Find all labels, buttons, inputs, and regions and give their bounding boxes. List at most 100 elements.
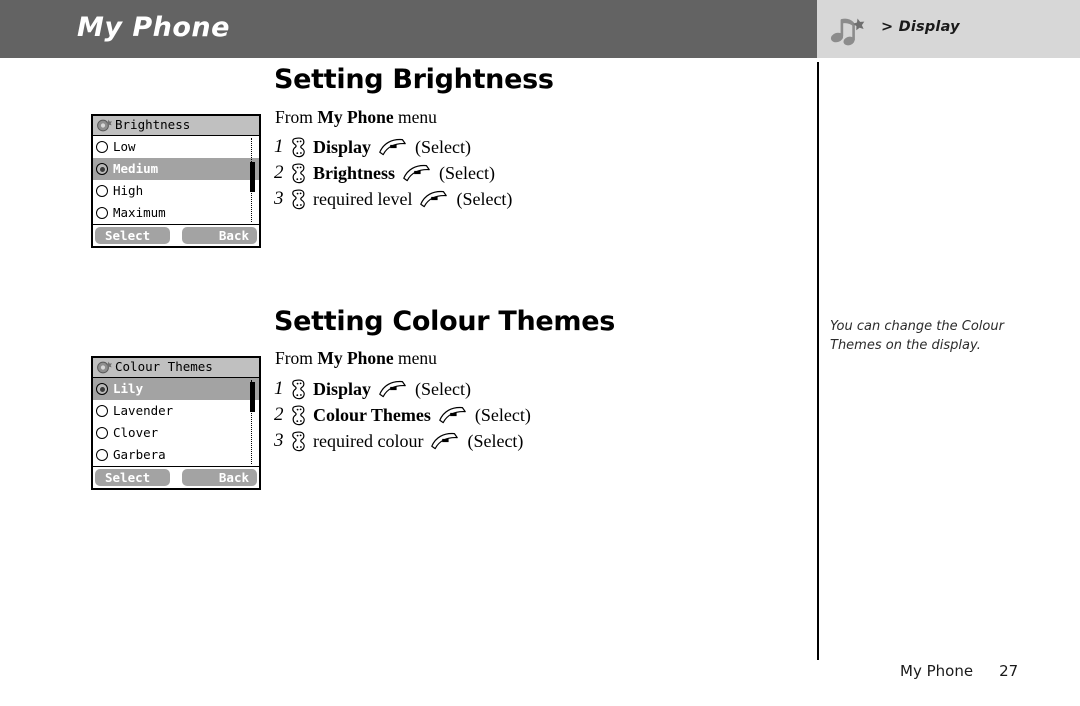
step-item: 2 Colour Themes (Select) (274, 402, 531, 428)
scroll-key-icon (291, 404, 308, 426)
radio-unselected-icon[interactable] (96, 449, 108, 461)
phone-list-item-label: Maximum (113, 204, 166, 220)
phone-list-item[interactable]: Low (93, 136, 259, 158)
section-title-colour-themes: Setting Colour Themes (274, 306, 616, 337)
phone-screen-brightness: Brightness Low Medium High Maximum Selec… (91, 114, 261, 248)
phone-option-list: Lily Lavender Clover Garbera (93, 378, 259, 466)
step-paren: (Select) (467, 430, 524, 451)
settings-gear-icon (96, 360, 113, 375)
page-footer: My Phone 27 (900, 662, 1018, 680)
soft-key-icon (438, 405, 467, 426)
radio-unselected-icon[interactable] (96, 405, 108, 417)
radio-unselected-icon[interactable] (96, 141, 108, 153)
scroll-key-icon (291, 378, 308, 400)
footer-page-number: 27 (999, 662, 1019, 680)
step-label: Colour Themes (313, 404, 431, 425)
step-number: 2 (274, 404, 284, 425)
phone-list-item-label: Medium (113, 160, 159, 176)
soft-key-icon (419, 189, 448, 210)
step-label: required colour (313, 430, 424, 451)
soft-key-icon (378, 379, 407, 400)
step-label: Display (313, 378, 372, 399)
scroll-key-icon (291, 430, 308, 452)
scroll-key-icon (291, 188, 308, 210)
softkey-back[interactable]: Back (182, 469, 257, 486)
step-paren: (Select) (415, 136, 471, 157)
step-item: 2 Brightness (Select) (274, 160, 512, 186)
steps-list-colour-themes: 1 Display (Select) 2 Colour Themes (Sele… (274, 376, 531, 454)
radio-unselected-icon[interactable] (96, 207, 108, 219)
breadcrumb: > Display (881, 19, 960, 35)
phone-list-item-label: Lavender (113, 402, 174, 418)
phone-list-item[interactable]: Lily (93, 378, 259, 400)
from-suffix: menu (393, 107, 437, 127)
phone-list-item[interactable]: Garbera (93, 444, 259, 466)
scroll-key-icon (291, 136, 308, 158)
radio-selected-icon[interactable] (96, 163, 108, 175)
soft-key-icon (430, 431, 459, 452)
phone-list-item-label: Low (113, 138, 136, 154)
soft-key-icon (378, 137, 407, 158)
phone-scrollbar[interactable] (250, 380, 255, 464)
radio-selected-icon[interactable] (96, 383, 108, 395)
softkey-select[interactable]: Select (95, 227, 170, 244)
phone-list-item[interactable]: Clover (93, 422, 259, 444)
phone-softkey-bar: Select Back (93, 224, 259, 246)
page-title: My Phone (77, 12, 230, 43)
content-divider (817, 62, 819, 660)
from-suffix: menu (393, 348, 437, 368)
softkey-select[interactable]: Select (95, 469, 170, 486)
side-note: You can change the Colour Themes on the … (830, 319, 1004, 353)
phone-list-item-label: High (113, 182, 144, 198)
step-item: 3 required level (Select) (274, 186, 512, 212)
page-header: My Phone > Display (0, 0, 1080, 58)
step-paren: (Select) (439, 162, 495, 183)
phone-scrollbar-thumb[interactable] (250, 382, 255, 412)
softkey-back[interactable]: Back (182, 227, 257, 244)
phone-title: Brightness (115, 117, 191, 133)
soft-key-icon (402, 163, 431, 184)
step-number: 1 (274, 136, 284, 157)
radio-unselected-icon[interactable] (96, 185, 108, 197)
phone-titlebar: Brightness (93, 116, 259, 136)
phone-title: Colour Themes (115, 359, 213, 375)
settings-gear-icon (96, 118, 113, 133)
step-label: required level (313, 188, 413, 209)
step-paren: (Select) (415, 378, 471, 399)
steps-list-brightness: 1 Display (Select) 2 Brightness (Select)… (274, 134, 512, 212)
step-item: 1 Display (Select) (274, 134, 512, 160)
from-menu-line-colour-themes: From My Phone menu (275, 348, 437, 369)
from-prefix: From (275, 348, 318, 368)
step-paren: (Select) (456, 188, 513, 209)
step-item: 3 required colour (Select) (274, 428, 531, 454)
from-prefix: From (275, 107, 318, 127)
phone-list-item[interactable]: Lavender (93, 400, 259, 422)
step-number: 2 (274, 162, 284, 183)
phone-screen-colour-themes: Colour Themes Lily Lavender Clover Garbe… (91, 356, 261, 490)
step-number: 1 (274, 378, 284, 399)
radio-unselected-icon[interactable] (96, 427, 108, 439)
from-menu-line-brightness: From My Phone menu (275, 107, 437, 128)
footer-section-label: My Phone (900, 662, 974, 680)
phone-list-item-label: Lily (113, 380, 144, 396)
phone-scrollbar[interactable] (250, 138, 255, 222)
from-menu-name: My Phone (317, 348, 394, 368)
step-item: 1 Display (Select) (274, 376, 531, 402)
phone-option-list: Low Medium High Maximum (93, 136, 259, 224)
step-label: Brightness (313, 162, 396, 183)
from-menu-name: My Phone (317, 107, 394, 127)
section-title-brightness: Setting Brightness (274, 64, 554, 95)
step-paren: (Select) (474, 404, 531, 425)
phone-softkey-bar: Select Back (93, 466, 259, 488)
phone-list-item[interactable]: Medium (93, 158, 259, 180)
step-number: 3 (274, 430, 284, 451)
phone-scrollbar-thumb[interactable] (250, 162, 255, 192)
phone-list-item-label: Garbera (113, 446, 166, 462)
phone-list-item[interactable]: Maximum (93, 202, 259, 224)
step-label: Display (313, 136, 372, 157)
music-notes-icon (828, 14, 872, 46)
phone-list-item-label: Clover (113, 424, 159, 440)
scroll-key-icon (291, 162, 308, 184)
phone-titlebar: Colour Themes (93, 358, 259, 378)
phone-list-item[interactable]: High (93, 180, 259, 202)
